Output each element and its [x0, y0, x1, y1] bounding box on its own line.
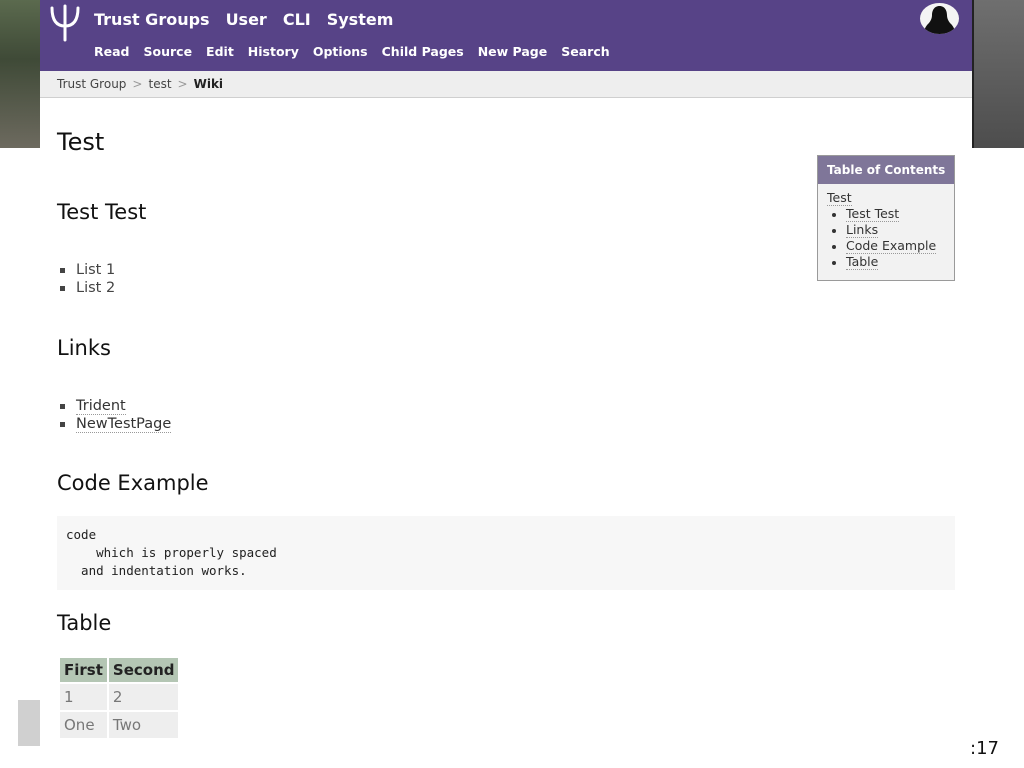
breadcrumb-test[interactable]: test: [148, 77, 171, 91]
toc-item: Table: [827, 254, 954, 270]
section-heading-table: Table: [57, 611, 112, 635]
subnav-search[interactable]: Search: [561, 44, 609, 59]
list-item: List 2: [57, 279, 115, 297]
table-cell: One: [60, 712, 107, 738]
breadcrumb-separator: >: [132, 77, 143, 91]
main-nav: Trust Groups User CLI System: [94, 10, 393, 29]
toc-link-table[interactable]: Table: [846, 254, 879, 270]
link-list: Trident NewTestPage: [57, 397, 172, 433]
slide-page-number: :17: [970, 738, 999, 759]
section-heading-code-example: Code Example: [57, 471, 209, 495]
browser-page: Trust Groups User CLI System Read Source…: [40, 0, 972, 768]
nav-cli[interactable]: CLI: [283, 10, 311, 29]
table-cell: 2: [108, 684, 179, 710]
background-left: [0, 0, 40, 148]
subnav-source[interactable]: Source: [144, 44, 193, 59]
table-of-contents: Table of Contents Test Test Test Links C…: [817, 155, 955, 281]
toc-item: Links: [827, 222, 954, 238]
toc-link-test-test[interactable]: Test Test: [846, 206, 900, 222]
toc-list: Test Test Links Code Example Table: [818, 206, 954, 270]
toc-link-test[interactable]: Test: [827, 190, 852, 206]
user-silhouette-icon: [924, 6, 955, 34]
section-heading-test-test: Test Test: [57, 200, 147, 224]
section-heading-links: Links: [57, 336, 111, 360]
table-row: One Two: [60, 712, 179, 738]
page-title: Test: [57, 128, 105, 156]
toc-link-code-example[interactable]: Code Example: [846, 238, 937, 254]
background-bottom-left: [18, 700, 40, 746]
link-newtestpage[interactable]: NewTestPage: [76, 416, 172, 433]
nav-system[interactable]: System: [327, 10, 394, 29]
table-header-row: First Second: [60, 658, 179, 682]
subnav-new-page[interactable]: New Page: [478, 44, 548, 59]
toc-title: Table of Contents: [818, 156, 954, 184]
sub-nav: Read Source Edit History Options Child P…: [94, 44, 610, 59]
list-item: NewTestPage: [57, 415, 172, 433]
subnav-read[interactable]: Read: [94, 44, 130, 59]
table-row: 1 2: [60, 684, 179, 710]
bullet-list: List 1 List 2: [57, 261, 115, 297]
nav-trust-groups[interactable]: Trust Groups: [94, 10, 210, 29]
code-block: code which is properly spaced and indent…: [57, 516, 955, 590]
trident-icon[interactable]: [48, 4, 82, 42]
link-trident[interactable]: Trident: [76, 398, 126, 415]
subnav-history[interactable]: History: [248, 44, 299, 59]
background-right: [972, 0, 1024, 148]
toc-link-links[interactable]: Links: [846, 222, 879, 238]
table-cell: 1: [60, 684, 107, 710]
nav-user[interactable]: User: [226, 10, 267, 29]
breadcrumb: Trust Group > test > Wiki: [40, 71, 972, 98]
column-header: First: [60, 658, 107, 682]
list-item: Trident: [57, 397, 171, 415]
avatar[interactable]: [920, 3, 959, 34]
breadcrumb-wiki: Wiki: [193, 77, 224, 91]
data-table: First Second 1 2 One Two: [58, 656, 180, 740]
subnav-options[interactable]: Options: [313, 44, 368, 59]
toc-item: Test Test: [827, 206, 954, 222]
column-header: Second: [108, 658, 179, 682]
subnav-child-pages[interactable]: Child Pages: [382, 44, 464, 59]
subnav-edit[interactable]: Edit: [206, 44, 234, 59]
list-item: List 1: [57, 261, 115, 279]
toc-item: Code Example: [827, 238, 954, 254]
breadcrumb-separator: >: [177, 77, 188, 91]
table-cell: Two: [108, 712, 179, 738]
breadcrumb-trust-group[interactable]: Trust Group: [57, 77, 126, 91]
header-bar: Trust Groups User CLI System Read Source…: [40, 0, 972, 71]
